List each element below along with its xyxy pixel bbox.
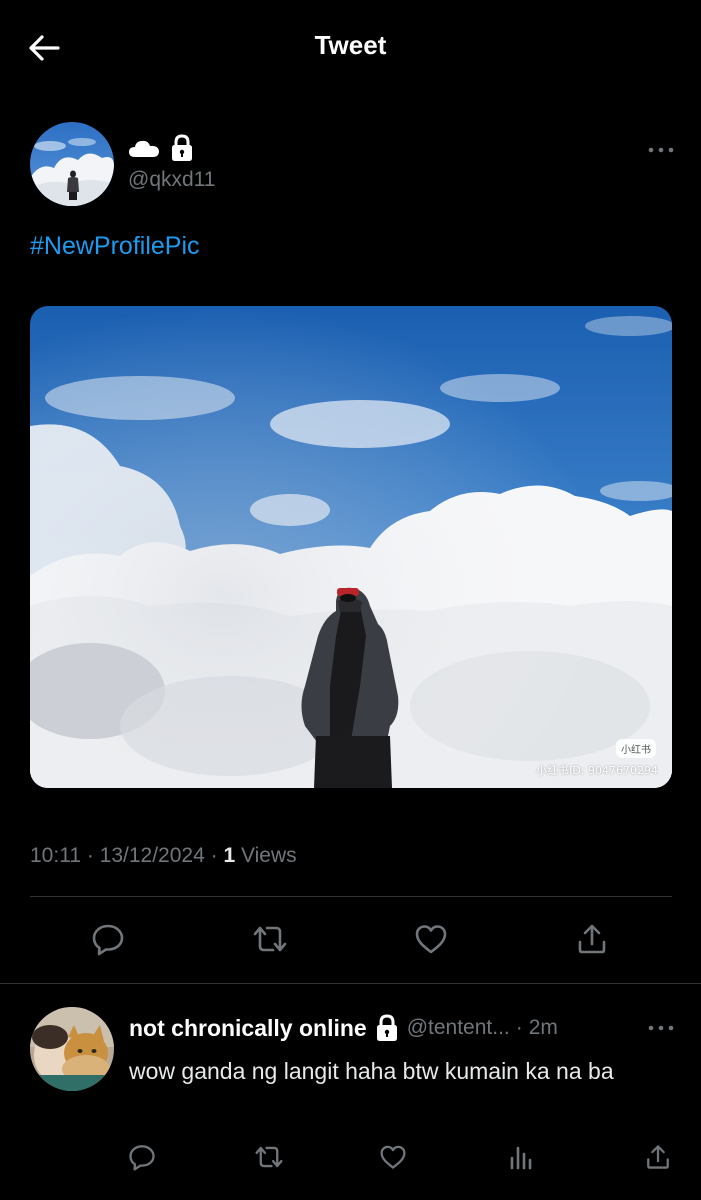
watermark-id: 小红书ID: 9047670294 <box>536 764 658 777</box>
retweet-icon <box>253 926 287 952</box>
reply-display-name[interactable]: not chronically online <box>129 1015 367 1042</box>
like-button[interactable] <box>409 917 453 961</box>
cloud-icon <box>129 140 159 157</box>
reply-analytics-button[interactable] <box>503 1139 539 1175</box>
share-button[interactable] <box>570 917 614 961</box>
lock-icon <box>172 134 192 161</box>
author-avatar[interactable] <box>30 122 114 206</box>
reply-reply-button[interactable] <box>124 1139 160 1175</box>
views-label[interactable]: Views <box>235 844 297 867</box>
reply-button[interactable] <box>86 917 130 961</box>
reply-more-options-button[interactable] <box>646 1018 676 1038</box>
reply-time[interactable]: 2m <box>529 1016 558 1040</box>
author-display-name[interactable] <box>128 132 194 164</box>
reply-retweet-button[interactable] <box>251 1139 287 1175</box>
retweet-icon <box>255 1146 283 1168</box>
author-handle[interactable]: @qkxd11 <box>128 168 215 192</box>
divider <box>0 983 701 984</box>
reply-icon <box>129 1145 155 1171</box>
share-icon <box>647 1145 669 1169</box>
reply-handle[interactable]: @tentent... <box>407 1016 510 1040</box>
lock-icon <box>376 1014 397 1041</box>
tweet-date: 13/12/2024 <box>99 844 205 867</box>
reply-icon <box>92 924 124 956</box>
tweet-meta: 10:11 · 13/12/2024 · 1 Views <box>30 844 297 868</box>
reply-like-button[interactable] <box>375 1139 411 1175</box>
reply-share-button[interactable] <box>640 1139 676 1175</box>
retweet-button[interactable] <box>248 917 292 961</box>
meta-separator: · <box>81 844 100 867</box>
analytics-icon <box>510 1146 532 1170</box>
meta-separator: · <box>204 844 224 867</box>
watermark-badge: 小红书 <box>616 739 656 758</box>
page-title: Tweet <box>314 30 387 60</box>
more-options-button[interactable] <box>646 140 676 160</box>
tweet-time: 10:11 <box>30 844 81 867</box>
more-horizontal-icon <box>648 1025 674 1031</box>
reply-separator: · <box>515 1016 523 1039</box>
like-icon <box>415 925 447 954</box>
tweet-media-image[interactable]: 小红书 小红书ID: 9047670294 <box>30 306 672 788</box>
divider <box>30 896 672 897</box>
like-icon <box>380 1145 406 1169</box>
views-count[interactable]: 1 <box>223 844 235 867</box>
more-horizontal-icon <box>648 147 674 153</box>
reply-header: not chronically online @tentent... · 2m <box>129 1011 558 1045</box>
tweet-hashtag[interactable]: #NewProfilePic <box>30 232 200 261</box>
share-icon <box>578 924 606 954</box>
reply-text: wow ganda ng langit haha btw kumain ka n… <box>129 1058 614 1084</box>
reply-avatar[interactable] <box>30 1007 114 1091</box>
